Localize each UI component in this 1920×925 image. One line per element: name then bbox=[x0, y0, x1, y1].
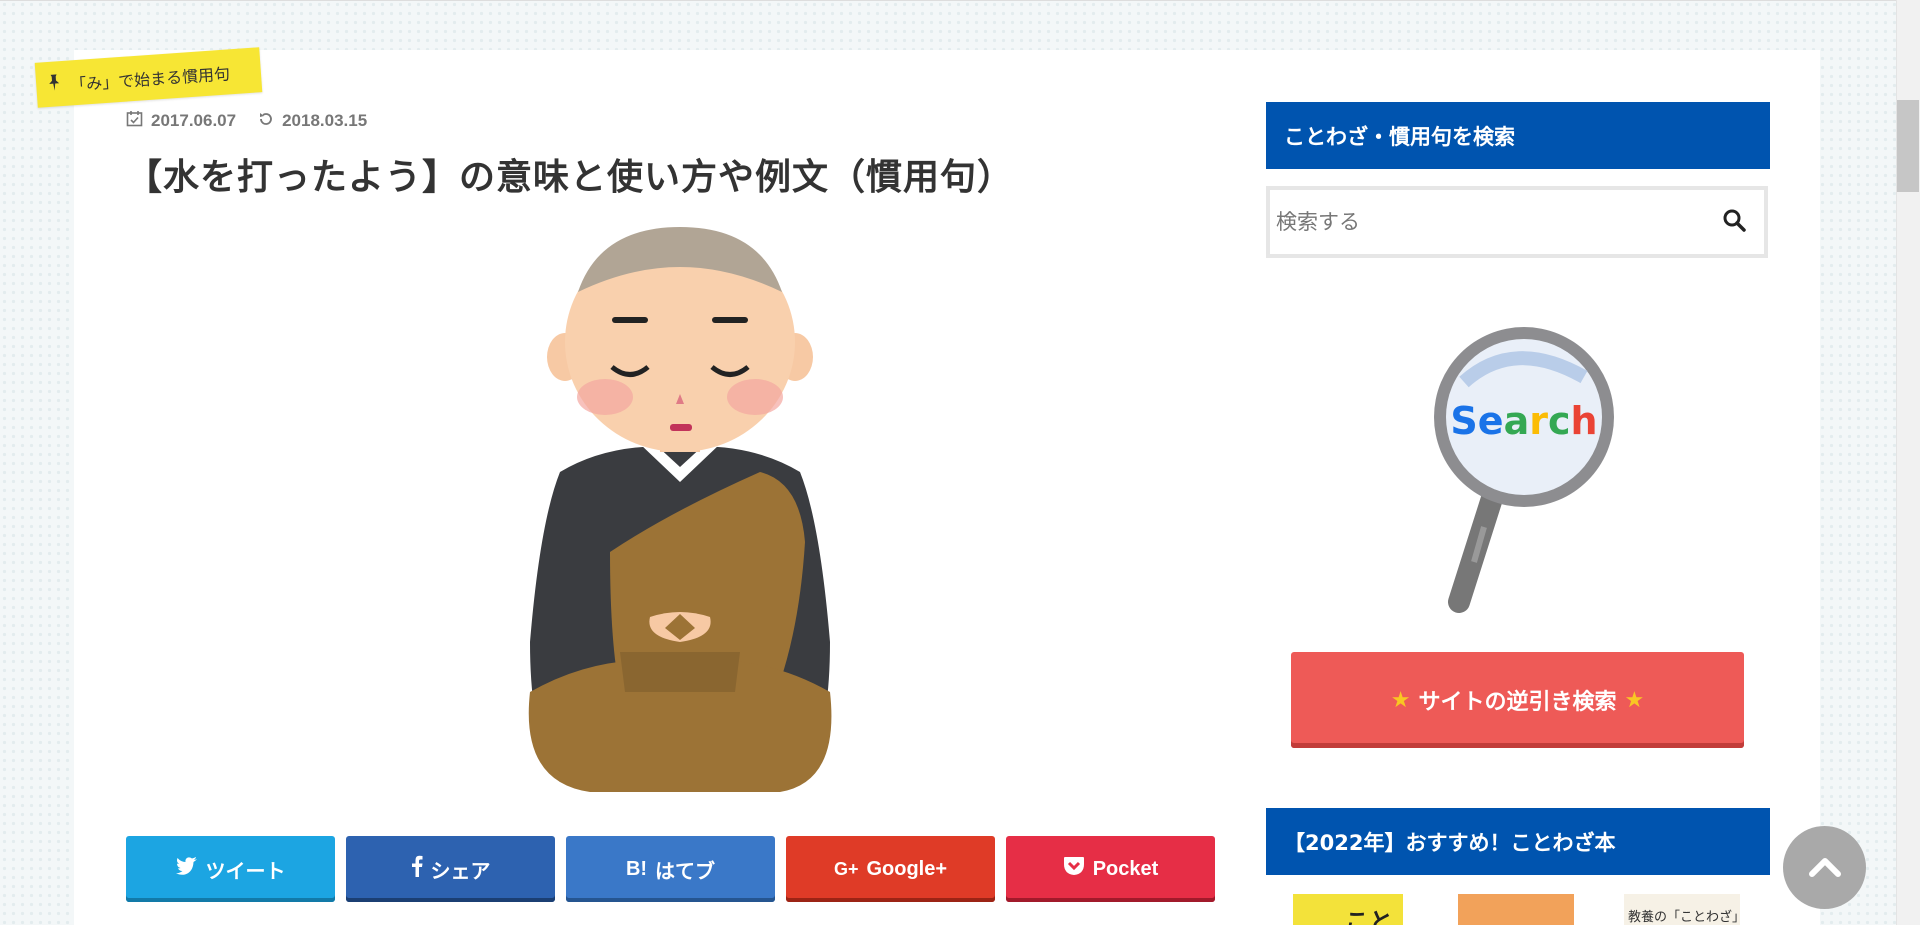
pushpin-icon bbox=[45, 73, 62, 96]
hatena-b-icon: B! bbox=[625, 857, 648, 880]
star-icon: ★ bbox=[1624, 687, 1645, 713]
facebook-share-button[interactable]: シェア bbox=[346, 836, 555, 902]
refresh-icon bbox=[258, 111, 274, 132]
recommend-widget-title: 【2022年】おすすめ！ことわざ本 bbox=[1266, 808, 1770, 875]
search-icon[interactable] bbox=[1722, 208, 1746, 236]
scrollbar-thumb[interactable] bbox=[1897, 100, 1919, 192]
reverse-search-button[interactable]: ★ サイトの逆引き検索 ★ bbox=[1291, 652, 1744, 748]
twitter-bird-icon bbox=[175, 857, 198, 881]
chevron-up-icon bbox=[1808, 855, 1841, 881]
star-icon: ★ bbox=[1390, 687, 1411, 713]
search-magnifier-graphic: Search bbox=[1424, 322, 1624, 622]
post-meta: 2017.06.07 2018.03.15 bbox=[126, 110, 367, 132]
category-label: 「み」で始まる慣用句 bbox=[69, 63, 231, 94]
book-thumbnails: こと 教養の「ことわざ」 bbox=[1290, 890, 1750, 925]
search-form bbox=[1266, 186, 1768, 258]
published-date: 2017.06.07 bbox=[126, 110, 236, 132]
tweet-button[interactable]: ツイート bbox=[126, 836, 335, 902]
calendar-check-icon bbox=[126, 110, 143, 132]
top-border bbox=[0, 0, 1920, 1]
page-title: 【水を打ったよう】の意味と使い方や例文（慣用句） bbox=[126, 157, 1015, 198]
facebook-f-icon bbox=[411, 855, 423, 883]
meditating-monk-illustration bbox=[500, 222, 860, 794]
search-graphic-text: Search bbox=[1450, 399, 1597, 443]
book-cover[interactable] bbox=[1458, 894, 1574, 925]
book-cover[interactable]: こと bbox=[1293, 894, 1403, 925]
pocket-icon bbox=[1063, 856, 1085, 882]
scroll-to-top-button[interactable] bbox=[1783, 826, 1866, 909]
book-cover[interactable]: 教養の「ことわざ」 bbox=[1624, 894, 1745, 925]
google-plus-icon: G+ bbox=[833, 858, 859, 879]
updated-date: 2018.03.15 bbox=[258, 111, 367, 132]
share-buttons: ツイート シェア B! はてブ G+ Google+ Pocket bbox=[126, 836, 1215, 902]
google-plus-button[interactable]: G+ Google+ bbox=[786, 836, 995, 902]
search-widget-title: ことわざ・慣用句を検索 bbox=[1266, 102, 1770, 169]
pocket-button[interactable]: Pocket bbox=[1006, 836, 1215, 902]
hatena-bookmark-button[interactable]: B! はてブ bbox=[566, 836, 775, 902]
search-input[interactable] bbox=[1276, 210, 1676, 234]
